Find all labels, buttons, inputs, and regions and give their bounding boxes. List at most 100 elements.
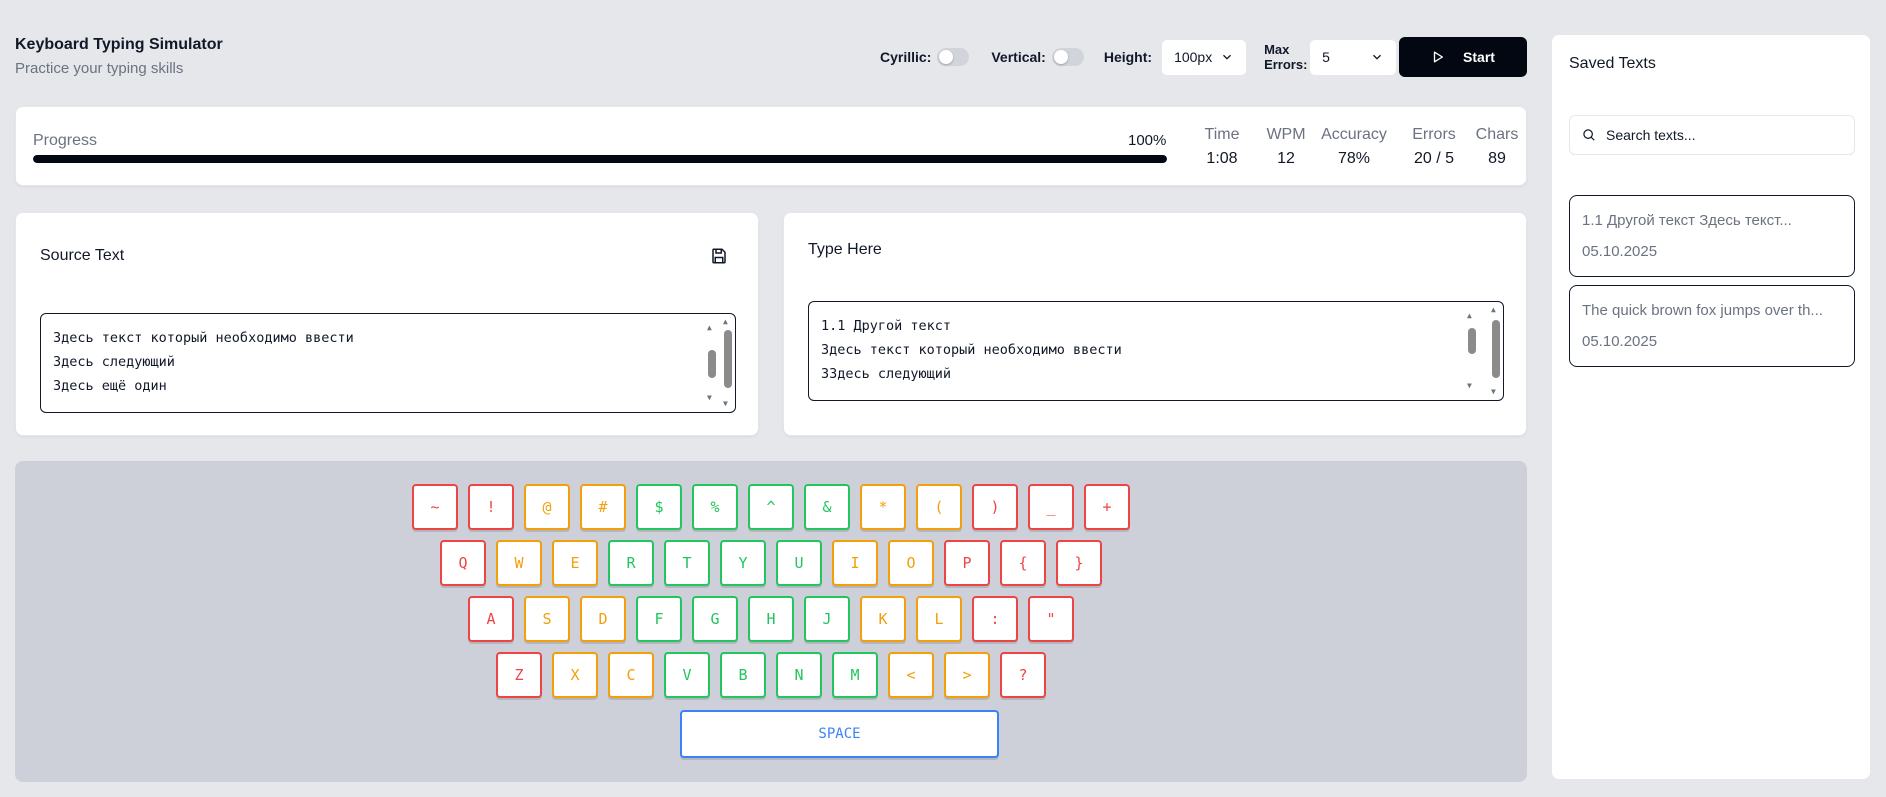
key[interactable]: G [692,596,738,642]
save-icon[interactable] [710,247,728,265]
progress-bar-fill [33,155,1167,163]
key[interactable]: Q [440,540,486,586]
key[interactable]: N [776,652,822,698]
key[interactable]: B [720,652,766,698]
key[interactable]: " [1028,596,1074,642]
key[interactable]: Z [496,652,542,698]
start-button-label: Start [1463,49,1495,65]
stat-errors: Errors 20 / 5 [1402,126,1466,168]
key[interactable]: J [804,596,850,642]
key[interactable]: M [832,652,878,698]
stat-wpm: WPM 12 [1259,126,1313,168]
key[interactable]: * [860,484,906,530]
key[interactable]: R [608,540,654,586]
key[interactable]: @ [524,484,570,530]
key[interactable]: O [888,540,934,586]
stat-value: 12 [1277,150,1295,167]
key[interactable]: ! [468,484,514,530]
key[interactable]: A [468,596,514,642]
key[interactable]: H [748,596,794,642]
scroll-down-arrow-icon[interactable]: ▼ [723,400,728,408]
outer-scrollbar[interactable]: ▲ ▼ [721,318,735,408]
key[interactable]: ( [916,484,962,530]
key[interactable]: Y [720,540,766,586]
text-line: Здесь ещё один [53,378,167,394]
key[interactable]: ) [972,484,1018,530]
saved-text-item[interactable]: 1.1 Другой текст Здесь текст... 05.10.20… [1569,195,1855,277]
height-label: Height: [1103,49,1153,65]
key[interactable]: U [776,540,822,586]
key[interactable]: X [552,652,598,698]
space-key[interactable]: SPACE [680,710,999,758]
height-select[interactable]: 100px [1161,38,1248,76]
scroll-down-arrow-icon[interactable]: ▼ [1467,382,1472,390]
stat-accuracy: Accuracy 78% [1316,126,1392,168]
source-textarea[interactable]: Здесь текст который необходимо ввести Зд… [40,313,736,413]
virtual-keyboard: Z X C V B N M < >? A S D F G H J K L: " Q W E R T Y U I O P{} ~! @ # $% ^… [15,461,1527,782]
key[interactable]: ^ [748,484,794,530]
scrollbar-thumb[interactable] [1468,328,1476,354]
key[interactable]: : [972,596,1018,642]
toolbar: Cyrillic: Vertical: Height: 100px Max Er… [880,36,1398,78]
key[interactable]: V [664,652,710,698]
keyboard-row: Q W E R T Y U I O P{} [15,540,1527,586]
key[interactable]: F [636,596,682,642]
text-line: Здесь текст который необходимо ввести [821,342,1122,358]
source-text-card: Source Text Здесь текст который необходи… [15,212,759,436]
inner-scrollbar[interactable]: ▲ ▼ [705,318,719,408]
source-text-heading: Source Text [40,247,125,264]
key[interactable]: < [888,652,934,698]
keyboard-row: Z X C V B N M < >? [15,652,1527,698]
key[interactable]: W [496,540,542,586]
key[interactable]: T [664,540,710,586]
key[interactable]: } [1056,540,1102,586]
key[interactable]: C [608,652,654,698]
start-button[interactable]: Start [1399,37,1527,77]
key[interactable]: K [860,596,906,642]
chevron-down-icon [1373,54,1382,60]
text-line: Здесь текст который необходимо ввести [53,330,354,346]
vertical-toggle[interactable] [1051,48,1084,66]
typing-textarea[interactable]: 1.1 Другой текст Здесь текст который нео… [808,301,1504,401]
key[interactable]: D [580,596,626,642]
progress-percent: 100% [1128,132,1167,149]
key[interactable]: & [804,484,850,530]
scroll-down-arrow-icon[interactable]: ▼ [1491,388,1496,396]
key[interactable]: ? [1000,652,1046,698]
text-line: 1.1 Другой текст [821,318,952,334]
cyrillic-toggle[interactable] [937,48,970,66]
scroll-up-arrow-icon[interactable]: ▲ [723,318,728,326]
scroll-up-arrow-icon[interactable]: ▲ [707,324,712,332]
key[interactable]: I [832,540,878,586]
key[interactable]: + [1084,484,1130,530]
key[interactable]: P [944,540,990,586]
scrollbar-thumb[interactable] [724,330,732,388]
inner-scrollbar[interactable]: ▲ ▼ [1465,306,1479,396]
scrollbar-thumb[interactable] [708,350,716,378]
key[interactable]: _ [1028,484,1074,530]
key[interactable]: E [552,540,598,586]
scroll-up-arrow-icon[interactable]: ▲ [1467,312,1472,320]
key[interactable]: # [580,484,626,530]
saved-text-title: 1.1 Другой текст Здесь текст... [1582,212,1792,229]
key[interactable]: ~ [412,484,458,530]
scrollbar-thumb[interactable] [1492,320,1500,378]
scroll-down-arrow-icon[interactable]: ▼ [707,394,712,402]
outer-scrollbar[interactable]: ▲ ▼ [1489,306,1503,396]
saved-text-item[interactable]: The quick brown fox jumps over th... 05.… [1569,285,1855,367]
search-icon [1583,129,1595,141]
stat-chars: Chars 89 [1474,126,1520,168]
stat-value: 78% [1337,150,1371,167]
max-errors-select[interactable]: 5 [1309,38,1398,76]
key[interactable]: S [524,596,570,642]
key[interactable]: { [1000,540,1046,586]
search-input[interactable] [1606,127,1846,143]
key[interactable]: L [916,596,962,642]
saved-texts-sidebar: Saved Texts 1.1 Другой текст Здесь текст… [1551,34,1871,780]
key[interactable]: % [692,484,738,530]
key[interactable]: $ [636,484,682,530]
search-box[interactable] [1569,115,1855,155]
stat-label: WPM [1266,126,1306,143]
scroll-up-arrow-icon[interactable]: ▲ [1491,306,1496,314]
key[interactable]: > [944,652,990,698]
